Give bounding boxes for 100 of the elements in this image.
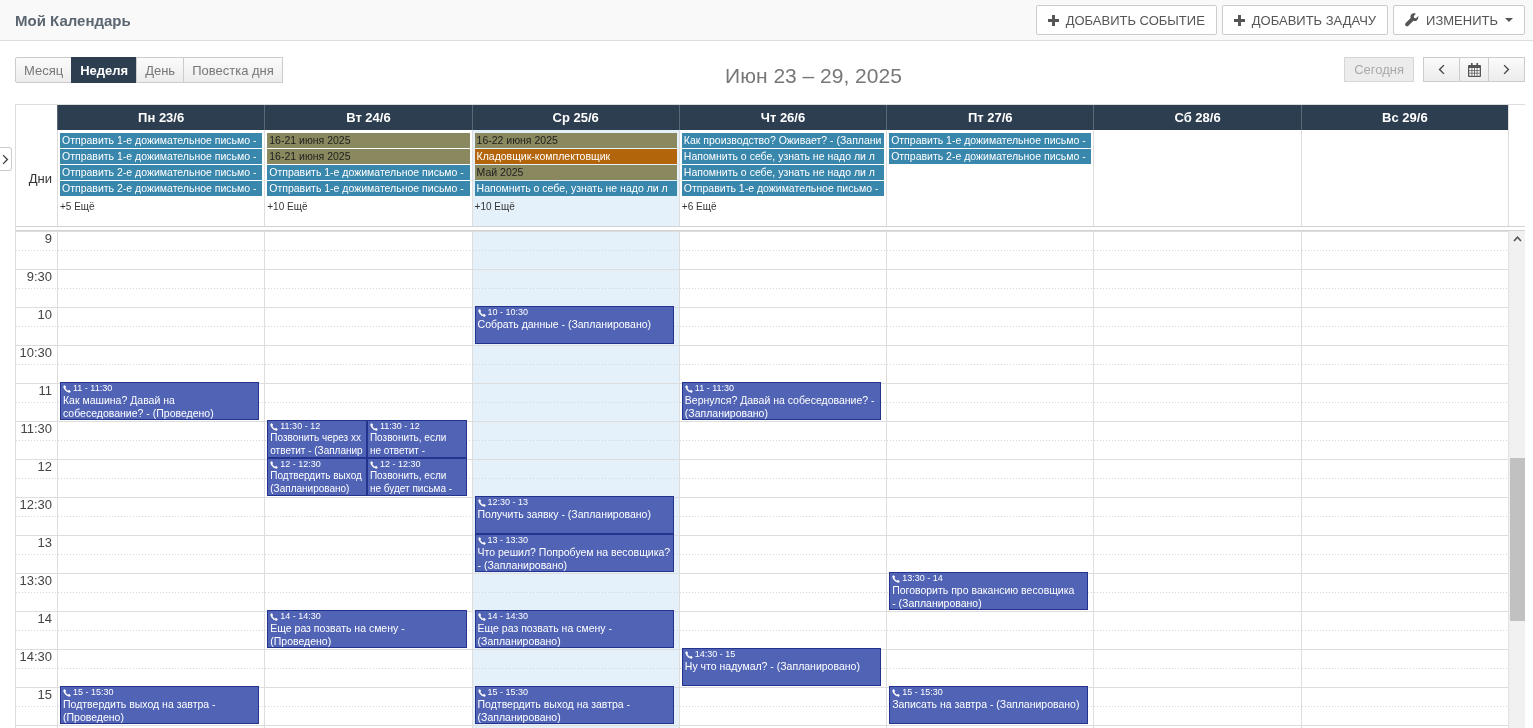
calendar-event[interactable]: 13:30 - 14 Поговорить про вакансию весовщика - (Запланировано) bbox=[889, 572, 1089, 610]
add-button[interactable]: ДОБАВИТЬ СОБЫТИЕ bbox=[1035, 5, 1217, 35]
all-day-event[interactable]: Отправить 1-е дожимательное письмо - bbox=[681, 181, 885, 196]
event-time: 11:30 - 12 bbox=[379, 421, 420, 432]
time-label: 13 bbox=[37, 535, 52, 552]
sidebar-toggle-button[interactable] bbox=[0, 147, 12, 171]
phone-icon bbox=[63, 688, 71, 697]
event-title: Записать на завтра - (Запланировано) bbox=[892, 698, 1081, 711]
day-header: Ср 25/6 bbox=[471, 105, 679, 130]
plus-icon bbox=[1047, 14, 1059, 26]
more-link[interactable]: +10 Ещё bbox=[474, 201, 515, 212]
all-day-event[interactable]: 16-22 июня 2025 bbox=[474, 133, 677, 148]
more-link[interactable]: +10 Ещё bbox=[267, 201, 308, 212]
calendar-icon bbox=[1467, 62, 1481, 77]
event-title: Получить заявку - (Запланировано) bbox=[477, 508, 652, 521]
chevron-left-icon bbox=[1438, 64, 1445, 75]
time-label: 13:30 bbox=[19, 573, 52, 590]
date-range-title: Июн 23 – 29, 2025 bbox=[725, 64, 902, 88]
calendar-event[interactable]: 12 - 12:30 Подтвердить выход (Запланировано) bbox=[267, 458, 367, 496]
view-tab[interactable]: Повестка дня bbox=[183, 57, 283, 83]
event-title: Собрать данные - (Запланировано) bbox=[477, 318, 653, 331]
event-time: 14 - 14:30 bbox=[487, 611, 529, 622]
view-tab[interactable]: День bbox=[136, 57, 185, 83]
add-button[interactable]: ДОБАВИТЬ ЗАДАЧУ bbox=[1221, 5, 1389, 35]
event-time: 15 - 15:30 bbox=[73, 687, 114, 698]
calendar-event[interactable]: 13 - 13:30 Что решил? Попробуем на весовщика? - (Запланировано) bbox=[474, 534, 674, 572]
calendar-event[interactable]: 15 - 15:30 Записать на завтра - (Запланировано) bbox=[889, 686, 1089, 724]
all-day-event[interactable]: Напомнить о себе, узнать не надо ли л bbox=[474, 181, 677, 196]
calendar-event[interactable]: 15 - 15:30 Подтвердить выход на завтра - (Проведено) bbox=[60, 686, 260, 724]
all-day-event[interactable]: Отправить 1-е дожимательное письмо - bbox=[267, 181, 470, 196]
event-time: 15 - 15:30 bbox=[902, 687, 943, 698]
event-title: Подтвердить выход (Запланировано) bbox=[270, 470, 363, 495]
caret-down-icon bbox=[1505, 18, 1513, 22]
all-day-event[interactable]: Как производство? Оживает? - (Заплани bbox=[681, 133, 885, 148]
event-time: 14 - 14:30 bbox=[280, 611, 321, 622]
more-link[interactable]: +6 Ещё bbox=[681, 201, 717, 212]
phone-icon bbox=[477, 498, 486, 507]
calendar-event[interactable]: 10 - 10:30 Собрать данные - (Запланировано) bbox=[474, 306, 674, 344]
time-label: 12:30 bbox=[19, 497, 52, 514]
event-title: Что решил? Попробуем на весовщика? - (Запланировано) bbox=[477, 546, 671, 571]
phone-icon bbox=[477, 688, 486, 697]
wrench-icon bbox=[1405, 13, 1420, 27]
all-day-event[interactable]: Отправить 2-е дожимательное письмо - bbox=[60, 181, 263, 196]
event-title: Позвонить, если не ответит - bbox=[369, 432, 448, 457]
day-header: Сб 28/6 bbox=[1093, 105, 1301, 130]
all-day-event[interactable]: Кладовщик-комплектовщик bbox=[474, 149, 677, 164]
event-title: Позвонить, если не будет письма - bbox=[369, 470, 454, 495]
scrollbar-thumb[interactable] bbox=[1509, 458, 1525, 621]
time-label: 9:30 bbox=[26, 269, 52, 286]
time-label: 12 bbox=[37, 459, 52, 476]
event-time: 12 - 12:30 bbox=[280, 459, 321, 470]
day-header: Пт 27/6 bbox=[886, 105, 1094, 130]
calendar-event[interactable]: 15 - 15:30 Подтвердить выход на завтра - (Запланировано) bbox=[474, 686, 674, 724]
event-title: Как машина? Давай на собеседование? - (Проведено) bbox=[63, 394, 215, 419]
event-time: 14:30 - 15 bbox=[694, 649, 736, 660]
day-header: Вт 24/6 bbox=[264, 105, 472, 130]
day-header: Чт 26/6 bbox=[678, 105, 887, 130]
all-day-event[interactable]: Май 2025 bbox=[474, 165, 677, 180]
all-day-event[interactable]: Отправить 2-е дожимательное письмо - bbox=[60, 165, 263, 180]
event-time: 11 - 11:30 bbox=[73, 383, 113, 394]
app-title: Мой Календарь bbox=[15, 11, 131, 29]
calendar-event[interactable]: 11:30 - 12 Позвонить через хх ответит - (Запланир bbox=[267, 420, 367, 458]
all-day-event[interactable]: Отправить 1-е дожимательное письмо - bbox=[889, 133, 1092, 148]
view-tab[interactable]: Неделя bbox=[71, 57, 138, 83]
phone-icon bbox=[369, 460, 378, 469]
all-day-event[interactable]: Отправить 1-е дожимательное письмо - bbox=[60, 149, 263, 164]
calendar-event[interactable]: 11 - 11:30 Вернулся? Давай на собеседование? - (Запланировано) bbox=[681, 382, 882, 420]
time-label: 11:30 bbox=[20, 421, 52, 438]
phone-icon bbox=[270, 422, 279, 431]
view-tab[interactable]: Месяц bbox=[15, 57, 73, 83]
all-day-event[interactable]: Напомнить о себе, узнать не надо ли л bbox=[681, 165, 885, 180]
all-day-event[interactable]: Отправить 1-е дожимательное письмо - bbox=[60, 133, 263, 148]
calendar-event[interactable]: 11:30 - 12 Позвонить, если не ответит - bbox=[366, 420, 467, 458]
all-day-event[interactable]: 16-21 июня 2025 bbox=[267, 133, 470, 148]
event-title: Подтвердить выход на завтра - (Проведено) bbox=[63, 698, 217, 723]
all-day-event[interactable]: Напомнить о себе, узнать не надо ли л bbox=[681, 149, 885, 164]
chevron-up-icon[interactable] bbox=[1512, 236, 1522, 242]
all-day-event[interactable]: Отправить 1-е дожимательное письмо - bbox=[267, 165, 470, 180]
phone-icon bbox=[477, 308, 486, 317]
date-picker-button[interactable] bbox=[1459, 57, 1489, 82]
calendar-event[interactable]: 14 - 14:30 Еще раз позвать на смену - (Проведено) bbox=[267, 610, 467, 648]
event-time: 10 - 10:30 bbox=[487, 307, 529, 318]
event-title: Вернулся? Давай на собеседование? - (Запланировано) bbox=[684, 394, 876, 419]
calendar-event[interactable]: 14:30 - 15 Ну что надумал? - (Запланировано) bbox=[681, 648, 882, 686]
edit-menu-button[interactable]: ИЗМЕНИТЬ bbox=[1393, 5, 1525, 35]
event-title: Еще раз позвать на смену - (Проведено) bbox=[270, 622, 406, 647]
phone-icon bbox=[369, 422, 378, 431]
calendar-event[interactable]: 11 - 11:30 Как машина? Давай на собеседование? - (Проведено) bbox=[60, 382, 260, 420]
all-day-event[interactable]: 16-21 июня 2025 bbox=[267, 149, 470, 164]
scrollbar[interactable] bbox=[1508, 231, 1525, 728]
chevron-right-icon bbox=[2, 153, 9, 165]
calendar-event[interactable]: 12:30 - 13 Получить заявку - (Запланировано) bbox=[474, 496, 674, 534]
phone-icon bbox=[684, 650, 693, 659]
phone-icon bbox=[892, 688, 901, 697]
more-link[interactable]: +5 Ещё bbox=[60, 201, 95, 212]
all-day-event[interactable]: Отправить 2-е дожимательное письмо - bbox=[889, 149, 1092, 164]
time-label: 15 bbox=[37, 687, 52, 704]
calendar-event[interactable]: 12 - 12:30 Позвонить, если не будет письма - bbox=[366, 458, 467, 496]
calendar-event[interactable]: 14 - 14:30 Еще раз позвать на смену - (Запланировано) bbox=[474, 610, 674, 648]
event-title: Еще раз позвать на смену - (Запланировано) bbox=[477, 622, 613, 647]
